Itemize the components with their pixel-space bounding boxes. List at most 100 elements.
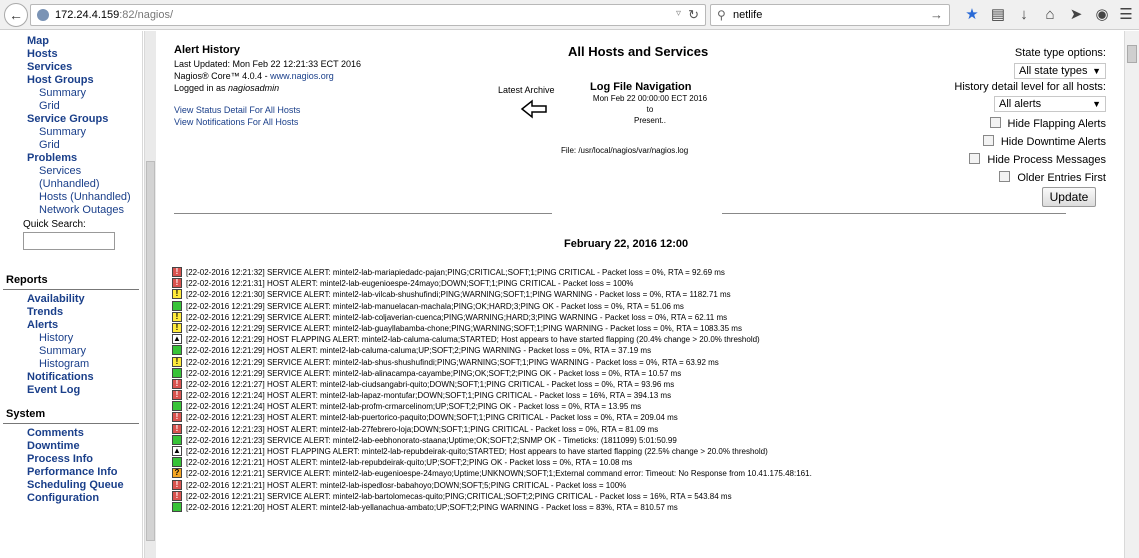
older-first-row[interactable]: Older Entries First	[999, 171, 1106, 185]
reload-icon[interactable]: ↻	[688, 7, 699, 23]
sidebar-item-hosts-unhandled[interactable]: Hosts (Unhandled)	[0, 191, 142, 204]
select-caret-icon: ▼	[1092, 66, 1101, 76]
system-item-configuration[interactable]: Configuration	[0, 492, 142, 505]
main-scroll-thumb[interactable]	[1127, 45, 1137, 63]
sidebar-item-host-groups[interactable]: Host Groups	[0, 74, 142, 87]
quick-search-label: Quick Search:	[23, 219, 86, 230]
version-line: Nagios® Core™ 4.0.4 - www.nagios.org	[174, 71, 334, 81]
sidebar-item-services[interactable]: Services	[0, 165, 142, 178]
sidebar: Map Hosts Services Host Groups Summary Grid Se…	[0, 31, 143, 558]
log-nav-date: Mon Feb 22 00:00:00 ECT 2016	[592, 94, 708, 103]
sidebar-item-grid[interactable]: Grid	[0, 100, 142, 113]
view-notifications-link[interactable]: View Notifications For All Hosts	[174, 117, 298, 127]
system-item-downtime[interactable]: Downtime	[0, 440, 142, 453]
sidebar-item-network-outages[interactable]: Network Outages	[0, 204, 142, 217]
log-entry-text: [22-02-2016 12:21:21] HOST ALERT: mintel…	[186, 458, 633, 468]
sidebar-item-problems[interactable]: Problems	[0, 152, 142, 165]
system-item-comments[interactable]: Comments	[0, 427, 142, 440]
left-arrow-icon[interactable]	[520, 99, 548, 119]
hide-process-checkbox[interactable]	[969, 153, 981, 164]
nagios-link[interactable]: www.nagios.org	[270, 71, 334, 81]
search-go-icon[interactable]: →	[930, 7, 943, 22]
search-input[interactable]: netlife	[733, 9, 762, 21]
back-arrow-icon[interactable]: ←	[4, 3, 28, 27]
older-first-checkbox[interactable]	[999, 171, 1011, 182]
log-entry-text: [22-02-2016 12:21:29] HOST ALERT: mintel…	[186, 346, 652, 356]
reports-section-title: Reports	[3, 270, 139, 290]
log-entry-text: [22-02-2016 12:21:29] SERVICE ALERT: min…	[186, 301, 684, 311]
system-nav: Comments Downtime Process Info Performance …	[0, 427, 142, 505]
hide-flapping-row[interactable]: Hide Flapping Alerts	[989, 117, 1106, 131]
reports-nav: Availability Trends Alerts History Summary Hi…	[0, 293, 142, 397]
address-bar[interactable]: 172.24.4.159:82/nagios/ ▿ ↻	[30, 4, 706, 26]
reports-item-event-log[interactable]: Event Log	[0, 384, 142, 397]
sidebar-item-hosts[interactable]: Hosts	[0, 48, 142, 61]
detail-level-label: History detail level for all hosts:	[954, 81, 1106, 93]
critical-icon: !	[172, 490, 182, 501]
log-entry: [22-02-2016 12:21:29] SERVICE ALERT: min…	[172, 367, 1122, 379]
reports-item-availability[interactable]: Availability	[0, 293, 142, 306]
reports-item-summary[interactable]: Summary	[0, 345, 142, 358]
sidebar-item-unhandled[interactable]: (Unhandled)	[0, 178, 142, 191]
home-icon[interactable]: ⌂	[1040, 5, 1060, 25]
reports-item-history[interactable]: History	[0, 332, 142, 345]
ok-status-icon	[172, 367, 182, 378]
chat-icon[interactable]: ◉	[1092, 5, 1112, 25]
ok-status-icon	[172, 300, 182, 311]
dropdown-arrow-icon[interactable]: ▿	[676, 8, 681, 19]
sidebar-top-nav: Map Hosts Services Host Groups Summary Grid Se…	[0, 35, 142, 217]
send-icon[interactable]: ➤	[1066, 5, 1086, 25]
log-entry: [22-02-2016 12:21:21] HOST ALERT: mintel…	[172, 457, 1122, 468]
sidebar-item-map[interactable]: Map	[0, 35, 142, 48]
hide-flapping-checkbox[interactable]	[989, 117, 1001, 128]
hide-downtime-row[interactable]: Hide Downtime Alerts	[982, 135, 1106, 149]
system-item-scheduling-queue[interactable]: Scheduling Queue	[0, 479, 142, 492]
sidebar-item-service-groups[interactable]: Service Groups	[0, 113, 142, 126]
sidebar-item-summary[interactable]: Summary	[0, 87, 142, 100]
reports-item-notifications[interactable]: Notifications	[0, 371, 142, 384]
ok-status-icon	[172, 345, 182, 356]
log-entry: ? [22-02-2016 12:21:21] SERVICE ALERT: mi…	[172, 468, 1122, 479]
log-entry-text: [22-02-2016 12:21:29] HOST FLAPPING ALER…	[186, 335, 760, 345]
warning-icon: !	[172, 322, 182, 333]
page-title: All Hosts and Services	[568, 44, 709, 59]
hide-downtime-checkbox[interactable]	[982, 135, 994, 146]
quick-search-input[interactable]	[23, 232, 115, 250]
flapping-icon: ▲	[172, 334, 182, 345]
log-entry: ! [22-02-2016 12:21:31] HOST ALERT: minte…	[172, 278, 1122, 289]
sidebar-scroll-thumb[interactable]	[146, 161, 155, 541]
menu-icon[interactable]: ☰	[1116, 5, 1136, 25]
reading-list-icon[interactable]: ▤	[988, 5, 1008, 25]
url-text[interactable]: 172.24.4.159:82/nagios/	[55, 9, 173, 21]
bookmark-star-icon[interactable]: ★	[962, 5, 982, 25]
sidebar-item-grid[interactable]: Grid	[0, 139, 142, 152]
system-item-performance-info[interactable]: Performance Info	[0, 466, 142, 479]
log-entry: [22-02-2016 12:21:20] HOST ALERT: mintel…	[172, 501, 1122, 513]
search-bar[interactable]: ⚲ netlife →	[710, 4, 950, 26]
log-entry-text: [22-02-2016 12:21:24] HOST ALERT: mintel…	[186, 391, 672, 401]
log-entry: [22-02-2016 12:21:29] HOST ALERT: mintel…	[172, 345, 1122, 356]
main-scrollbar[interactable]	[1124, 31, 1139, 558]
update-button[interactable]: Update	[1042, 187, 1096, 207]
download-icon[interactable]: ↓	[1014, 5, 1034, 25]
ok-status-icon	[172, 434, 182, 445]
state-type-label: State type options:	[1014, 47, 1106, 59]
divider-left	[174, 213, 552, 214]
system-item-process-info[interactable]: Process Info	[0, 453, 142, 466]
hide-process-row[interactable]: Hide Process Messages	[969, 153, 1106, 167]
critical-icon: !	[172, 479, 182, 490]
reports-item-alerts[interactable]: Alerts	[0, 319, 142, 332]
reports-item-histogram[interactable]: Histogram	[0, 358, 142, 371]
view-status-link[interactable]: View Status Detail For All Hosts	[174, 105, 300, 115]
reports-item-trends[interactable]: Trends	[0, 306, 142, 319]
detail-level-select[interactable]: All alerts ▼	[994, 96, 1106, 112]
sidebar-scrollbar[interactable]	[144, 31, 156, 558]
sidebar-item-services[interactable]: Services	[0, 61, 142, 74]
log-entry: ! [22-02-2016 12:21:29] SERVICE ALERT: mi…	[172, 311, 1122, 323]
browser-toolbar: ← 172.24.4.159:82/nagios/ ▿ ↻ ⚲ netlife …	[0, 0, 1139, 30]
ok-status-icon	[172, 457, 182, 468]
warning-icon: !	[172, 289, 182, 300]
log-entry-text: [22-02-2016 12:21:29] SERVICE ALERT: min…	[186, 357, 719, 367]
sidebar-item-summary[interactable]: Summary	[0, 126, 142, 139]
state-type-select[interactable]: All state types ▼	[1014, 63, 1106, 79]
